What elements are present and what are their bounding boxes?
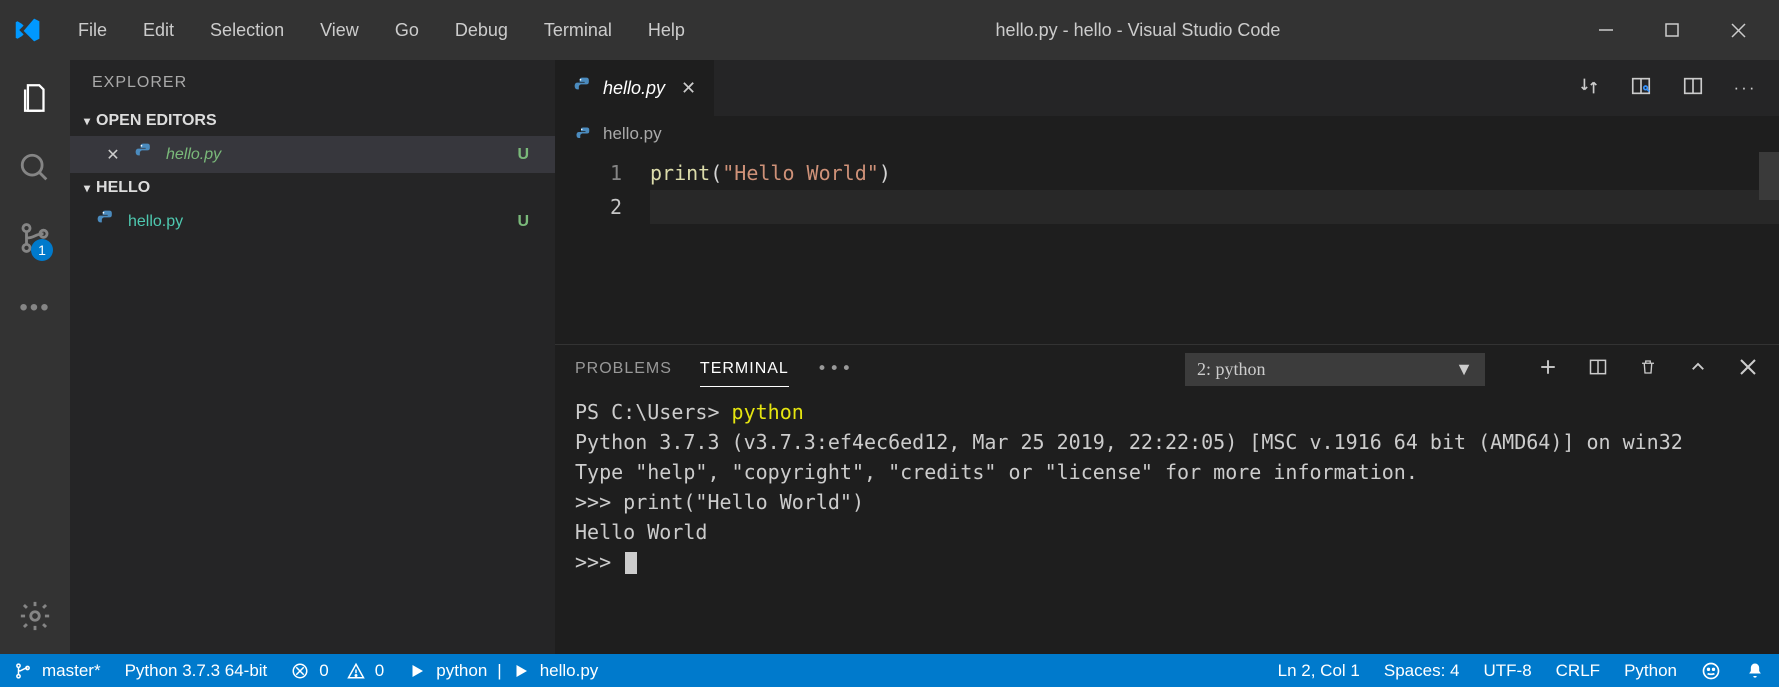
python-file-icon xyxy=(134,142,154,167)
activity-bar: 1 ••• xyxy=(0,60,70,654)
tab-terminal[interactable]: TERMINAL xyxy=(700,352,789,387)
status-problems[interactable]: 0 0 xyxy=(291,661,384,681)
text-editor[interactable]: 1 2 print("Hello World") xyxy=(555,152,1779,344)
open-editor-item[interactable]: ✕ hello.py U xyxy=(70,136,555,173)
close-panel-icon[interactable] xyxy=(1737,359,1759,380)
terminal-selector-label: 2: python xyxy=(1197,359,1266,380)
title-bar: File Edit Selection View Go Debug Termin… xyxy=(0,0,1779,60)
kill-terminal-icon[interactable] xyxy=(1637,357,1659,382)
status-eol[interactable]: CRLF xyxy=(1556,661,1600,681)
menu-go[interactable]: Go xyxy=(381,14,433,47)
editor-tab-label: hello.py xyxy=(603,78,665,99)
sidebar-title: EXPLORER xyxy=(70,60,555,106)
chevron-down-icon: ▼ xyxy=(1455,359,1473,380)
menu-help[interactable]: Help xyxy=(634,14,699,47)
chevron-down-icon: ▾ xyxy=(84,114,90,128)
maximize-panel-icon[interactable] xyxy=(1687,358,1709,381)
close-window-button[interactable] xyxy=(1709,10,1767,50)
search-activity-button[interactable] xyxy=(15,148,55,188)
line-number: 2 xyxy=(555,190,622,224)
more-actions-icon[interactable]: ··· xyxy=(1731,78,1759,98)
python-file-icon xyxy=(96,209,116,234)
editor-actions: ··· xyxy=(1575,60,1779,116)
folder-section[interactable]: ▾ HELLO xyxy=(70,173,555,203)
status-indent[interactable]: Spaces: 4 xyxy=(1384,661,1460,681)
split-terminal-icon[interactable] xyxy=(1587,357,1609,382)
source-control-activity-button[interactable]: 1 xyxy=(15,218,55,258)
code-content[interactable]: print("Hello World") xyxy=(650,152,1779,344)
breadcrumb[interactable]: hello.py xyxy=(555,116,1779,152)
vscode-logo-icon xyxy=(12,14,44,46)
terminal-output[interactable]: PS C:\Users> python Python 3.7.3 (v3.7.3… xyxy=(555,393,1779,654)
bottom-panel: PROBLEMS TERMINAL ••• 2: python ▼ PS C:\… xyxy=(555,344,1779,654)
status-language[interactable]: Python xyxy=(1624,661,1677,681)
menu-bar: File Edit Selection View Go Debug Termin… xyxy=(64,14,699,47)
status-cursor-pos[interactable]: Ln 2, Col 1 xyxy=(1278,661,1360,681)
line-number: 1 xyxy=(555,156,622,190)
more-activity-button[interactable]: ••• xyxy=(15,288,55,328)
feedback-smiley-icon[interactable] xyxy=(1701,661,1721,681)
tab-bar: hello.py ✕ ··· xyxy=(555,60,1779,116)
source-control-badge: 1 xyxy=(31,239,53,261)
menu-view[interactable]: View xyxy=(306,14,373,47)
file-tree-filename: hello.py xyxy=(128,213,183,231)
menu-debug[interactable]: Debug xyxy=(441,14,522,47)
open-editor-filename: hello.py xyxy=(166,146,221,164)
terminal-cursor xyxy=(625,552,637,574)
editor-tab[interactable]: hello.py ✕ xyxy=(555,60,715,116)
split-editor-icon[interactable] xyxy=(1679,75,1707,102)
panel-tabs: PROBLEMS TERMINAL ••• 2: python ▼ xyxy=(555,345,1779,393)
status-branch[interactable]: master* xyxy=(14,661,101,681)
status-encoding[interactable]: UTF-8 xyxy=(1483,661,1531,681)
settings-gear-icon[interactable] xyxy=(15,596,55,636)
editor-area: hello.py ✕ ··· hello.py 1 2 print("Hello… xyxy=(555,60,1779,654)
window-title: hello.py - hello - Visual Studio Code xyxy=(699,20,1577,41)
explorer-activity-button[interactable] xyxy=(15,78,55,118)
folder-label: HELLO xyxy=(96,179,150,197)
compare-changes-icon[interactable] xyxy=(1575,75,1603,102)
close-tab-icon[interactable]: ✕ xyxy=(681,78,696,99)
more-panel-tabs-icon[interactable]: ••• xyxy=(817,359,854,379)
minimize-button[interactable] xyxy=(1577,10,1635,50)
open-editors-label: OPEN EDITORS xyxy=(96,112,217,130)
tab-problems[interactable]: PROBLEMS xyxy=(575,352,672,386)
menu-selection[interactable]: Selection xyxy=(196,14,298,47)
python-file-icon xyxy=(575,124,593,144)
window-controls xyxy=(1577,10,1767,50)
explorer-sidebar: EXPLORER ▾ OPEN EDITORS ✕ hello.py U ▾ H… xyxy=(70,60,555,654)
new-terminal-icon[interactable] xyxy=(1537,358,1559,381)
terminal-selector[interactable]: 2: python ▼ xyxy=(1185,353,1485,386)
close-editor-icon[interactable]: ✕ xyxy=(104,145,122,165)
open-preview-icon[interactable] xyxy=(1627,75,1655,102)
maximize-button[interactable] xyxy=(1643,10,1701,50)
line-number-gutter: 1 2 xyxy=(555,152,650,344)
status-bar: master* Python 3.7.3 64-bit 0 0 python |… xyxy=(0,654,1779,687)
open-editors-section[interactable]: ▾ OPEN EDITORS xyxy=(70,106,555,136)
notifications-bell-icon[interactable] xyxy=(1745,661,1765,681)
minimap[interactable] xyxy=(1759,152,1779,200)
menu-edit[interactable]: Edit xyxy=(129,14,188,47)
status-run-target[interactable]: python | hello.py xyxy=(408,661,598,681)
file-tree-item[interactable]: hello.py U xyxy=(70,203,555,240)
chevron-down-icon: ▾ xyxy=(84,181,90,195)
breadcrumb-file: hello.py xyxy=(603,124,662,144)
scm-status-letter: U xyxy=(517,213,529,231)
scm-status-letter: U xyxy=(517,146,529,164)
menu-terminal[interactable]: Terminal xyxy=(530,14,626,47)
status-interpreter[interactable]: Python 3.7.3 64-bit xyxy=(125,661,268,681)
menu-file[interactable]: File xyxy=(64,14,121,47)
python-file-icon xyxy=(573,76,593,101)
